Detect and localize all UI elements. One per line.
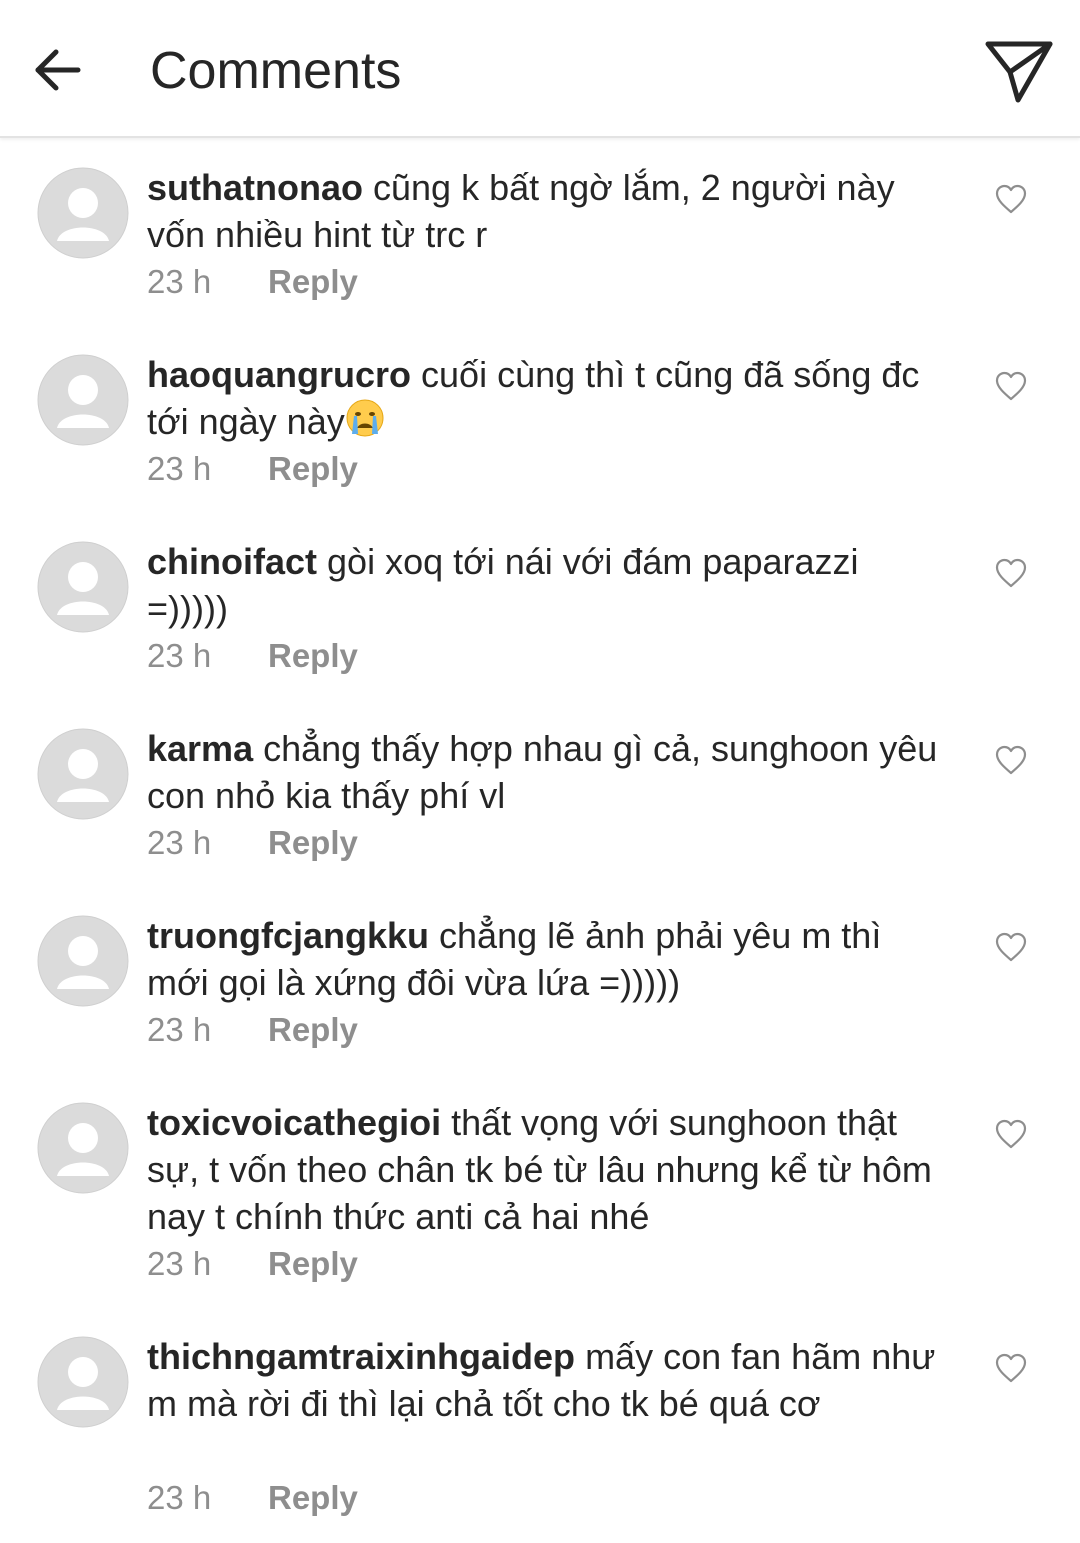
- reply-button[interactable]: Reply: [268, 450, 358, 487]
- avatar[interactable]: [37, 728, 129, 820]
- comment-item: toxicvoicathegioi thất vọng với sunghoon…: [0, 1075, 1080, 1309]
- reply-button[interactable]: Reply: [268, 824, 358, 861]
- comment-username[interactable]: toxicvoicathegioi: [147, 1102, 441, 1143]
- comment-username[interactable]: suthatnonao: [147, 167, 363, 208]
- comment-item: karma chẳng thấy hợp nhau gì cả, sunghoo…: [0, 701, 1080, 888]
- comment-body: karma chẳng thấy hợp nhau gì cả, sunghoo…: [147, 725, 947, 819]
- heart-icon[interactable]: [994, 744, 1028, 776]
- comment-item: truongfcjangkku chẳng lẽ ảnh phải yêu m …: [0, 888, 1080, 1075]
- comment-meta: 23 h Reply: [147, 636, 358, 676]
- avatar[interactable]: [37, 541, 129, 633]
- avatar[interactable]: [37, 354, 129, 446]
- comment-username[interactable]: truongfcjangkku: [147, 915, 429, 956]
- avatar[interactable]: [37, 1336, 129, 1428]
- reply-button[interactable]: Reply: [268, 263, 358, 300]
- comment-username[interactable]: haoquangrucro: [147, 354, 411, 395]
- comment-body: truongfcjangkku chẳng lẽ ảnh phải yêu m …: [147, 912, 947, 1006]
- heart-icon[interactable]: [994, 370, 1028, 402]
- reply-button[interactable]: Reply: [268, 1479, 358, 1516]
- comment-body: haoquangrucro cuối cùng thì t cũng đã số…: [147, 351, 947, 445]
- comment-item: thichngamtraixinhgaidep mấy con fan hãm …: [0, 1309, 1080, 1543]
- comment-time: 23 h: [147, 263, 212, 300]
- share-button[interactable]: [980, 36, 1058, 108]
- comment-time: 23 h: [147, 1479, 212, 1516]
- heart-icon[interactable]: [994, 1118, 1028, 1150]
- reply-button[interactable]: Reply: [268, 1245, 358, 1282]
- comment-body: toxicvoicathegioi thất vọng với sunghoon…: [147, 1099, 947, 1240]
- comment-body: thichngamtraixinhgaidep mấy con fan hãm …: [147, 1333, 947, 1427]
- comment-meta: 23 h Reply: [147, 449, 358, 489]
- comment-list: suthatnonao cũng k bất ngờ lắm, 2 người …: [0, 140, 1080, 1543]
- comment-meta: 23 h Reply: [147, 262, 358, 302]
- page-title: Comments: [150, 42, 402, 100]
- paper-plane-icon: [985, 41, 1053, 103]
- top-bar: Comments: [0, 0, 1080, 138]
- comment-item: haoquangrucro cuối cùng thì t cũng đã số…: [0, 327, 1080, 514]
- avatar[interactable]: [37, 1102, 129, 1194]
- comment-body: suthatnonao cũng k bất ngờ lắm, 2 người …: [147, 164, 947, 258]
- crying-face-icon: [346, 399, 384, 437]
- avatar[interactable]: [37, 167, 129, 259]
- back-button[interactable]: [28, 38, 88, 102]
- comment-body: chinoifact gòi xoq tới nái với đám papar…: [147, 538, 947, 632]
- comment-item: chinoifact gòi xoq tới nái với đám papar…: [0, 514, 1080, 701]
- arrow-left-icon: [35, 49, 81, 91]
- comment-username[interactable]: chinoifact: [147, 541, 317, 582]
- comment-meta: 23 h Reply: [147, 1244, 358, 1284]
- comment-time: 23 h: [147, 1011, 212, 1048]
- comment-time: 23 h: [147, 450, 212, 487]
- comment-username[interactable]: thichngamtraixinhgaidep: [147, 1336, 575, 1377]
- comment-meta: 23 h Reply: [147, 1478, 358, 1518]
- comment-meta: 23 h Reply: [147, 1010, 358, 1050]
- comment-item: suthatnonao cũng k bất ngờ lắm, 2 người …: [0, 140, 1080, 327]
- avatar[interactable]: [37, 915, 129, 1007]
- comment-username[interactable]: karma: [147, 728, 253, 769]
- heart-icon[interactable]: [994, 183, 1028, 215]
- reply-button[interactable]: Reply: [268, 637, 358, 674]
- heart-icon[interactable]: [994, 557, 1028, 589]
- heart-icon[interactable]: [994, 1352, 1028, 1384]
- comment-time: 23 h: [147, 824, 212, 861]
- comment-text: chẳng thấy hợp nhau gì cả, sunghoon yêu …: [147, 728, 938, 816]
- heart-icon[interactable]: [994, 931, 1028, 963]
- reply-button[interactable]: Reply: [268, 1011, 358, 1048]
- comment-time: 23 h: [147, 637, 212, 674]
- comment-meta: 23 h Reply: [147, 823, 358, 863]
- comment-time: 23 h: [147, 1245, 212, 1282]
